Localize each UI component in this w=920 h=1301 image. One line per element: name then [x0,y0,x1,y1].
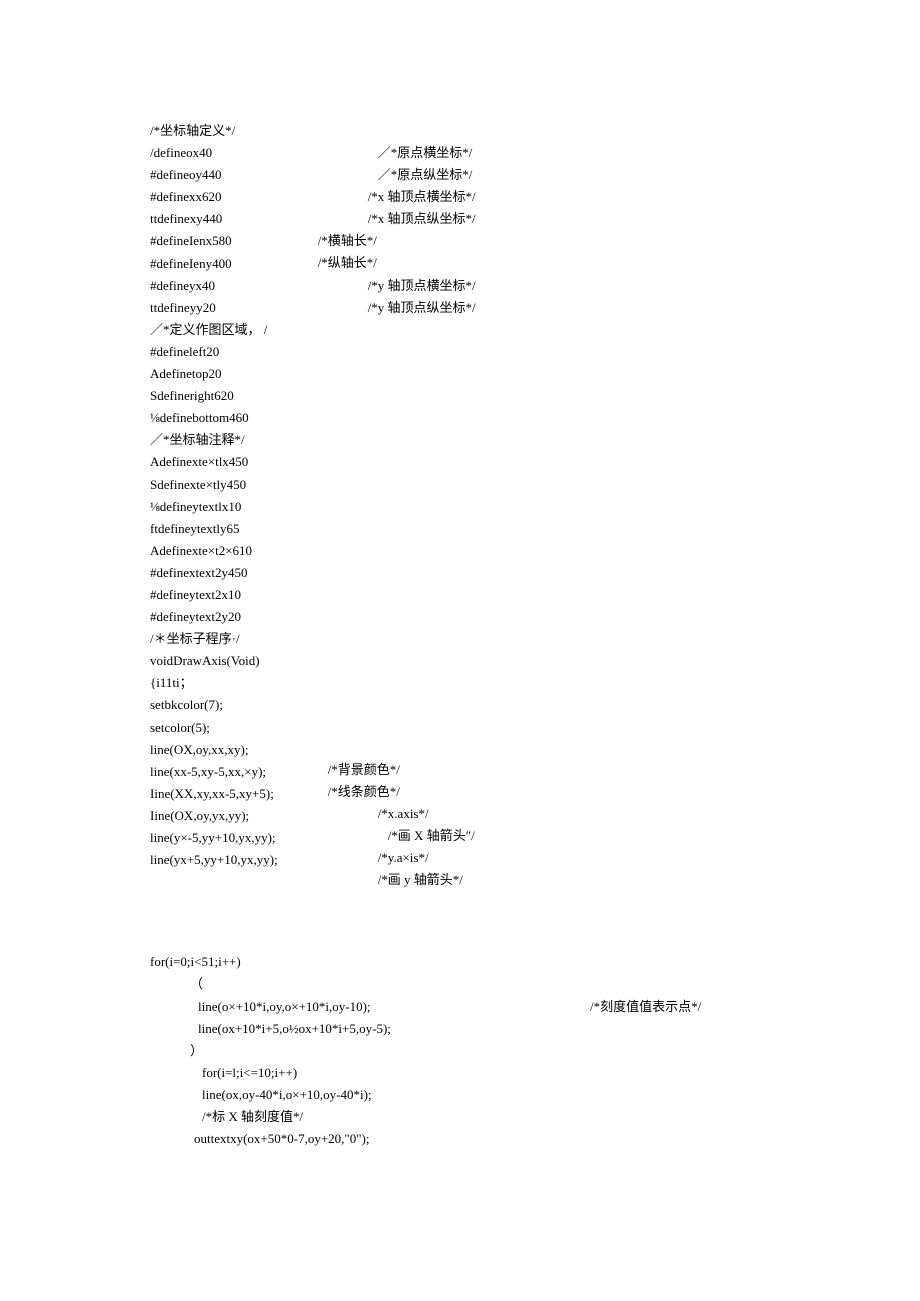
comment-line: /*线条颜色*/ [318,781,780,803]
code-line: for(i=l;i<=10;i++) [150,1062,780,1084]
comment-line: /*横轴长*/ [318,230,780,252]
code-line: /defineox40 [150,142,278,164]
code-line: {i11ti； [150,672,278,694]
comment-line: ／*原点纵坐标*/ [318,164,780,186]
code-line: #defineIenx580 [150,230,278,252]
code-line: ttdefineyy20 [150,297,278,319]
code-line: line(xx-5,xy-5,xx,×y); [150,761,278,783]
code-line: Iine(XX,xy,xx-5,xy+5); [150,783,278,805]
code-line: setcolor(5); [150,717,278,739]
code-line: /＊坐标子程序·/ [150,628,278,650]
comment-line: /*x.axis*/ [318,803,780,825]
comment-line: /*画 y 轴箭头*/ [318,869,780,891]
code-line: line(ox,oy-40*i,o×+10,oy-40*i); [150,1084,780,1106]
code-line: Sdefineright620 [150,385,278,407]
comment-line: /*刻度值值表示点*/ [590,996,701,1018]
code-line: #definextext2y450 [150,562,278,584]
code-line: （ [150,973,780,995]
left-code-column: /*坐标轴定义*/ /defineox40 #defineoy440 #defi… [150,120,278,891]
code-line: for(i=0;i<51;i++) [150,951,780,973]
code-line: #defineIeny400 [150,253,278,275]
comment-line: /*纵轴长*/ [318,252,780,274]
code-line: Adefinexte×tlx450 [150,451,278,473]
code-line: Adefinexte×t2×610 [150,540,278,562]
code-line: setbkcolor(7); [150,694,278,716]
code-line: #defineoy440 [150,164,278,186]
comment-line: /*x 轴顶点横坐标*/ [318,186,780,208]
comment-line: /*画 X 轴箭头″/ [318,825,780,847]
code-line: ⅛defineytextlx10 [150,496,278,518]
comment-line: /*x 轴顶点纵坐标*/ [318,208,780,230]
code-line: #defineytext2x10 [150,584,278,606]
code-line: ／*坐标轴注释*/ [150,429,278,451]
code-line: #definexx620 [150,186,278,208]
code-line: /*标 X 轴刻度值*/ [150,1106,780,1128]
comment-line: /*y 轴顶点纵坐标*/ [318,297,780,319]
code-line: outtextxy(ox+50*0-7,oy+20,"0"); [150,1128,780,1150]
code-line: Adefinetop20 [150,363,278,385]
comment-line: ／*原点横坐标*/ [318,142,780,164]
code-line: line(ox+10*i+5,o½ox+10*i+5,oy-5); [150,1018,780,1040]
comment-line: /*y.a×is*/ [318,847,780,869]
code-line: ／*定义作图区域， / [150,319,278,341]
code-line: line(y×-5,yy+10,yx,yy); [150,827,278,849]
code-line: ） [150,1040,780,1062]
comment-line: /*y 轴顶点横坐标*/ [318,275,780,297]
code-line: voidDrawAxis(Void) [150,650,278,672]
code-line: ftdefineytextly65 [150,518,278,540]
bottom-code-block: for(i=0;i<51;i++) （ line(o×+10*i,oy,o×+1… [150,951,780,1150]
code-line: line(yx+5,yy+10,yx,yy); [150,849,278,871]
document-page: /*坐标轴定义*/ /defineox40 #defineoy440 #defi… [0,0,920,1150]
code-line: #defineyx40 [150,275,278,297]
code-line: #defineleft20 [150,341,278,363]
code-line: ⅛definebottom460 [150,407,278,429]
code-line: /*坐标轴定义*/ [150,120,278,142]
code-line: line(o×+10*i,oy,o×+10*i,oy-10); [150,996,371,1018]
code-line: Sdefinexte×tly450 [150,474,278,496]
code-line: #defineytext2y20 [150,606,278,628]
code-line: Iine(OX,oy,yx,yy); [150,805,278,827]
right-comment-column: ／*原点横坐标*/ ／*原点纵坐标*/ /*x 轴顶点横坐标*/ /*x 轴顶点… [318,120,780,891]
code-line: ttdefinexy440 [150,208,278,230]
top-two-column: /*坐标轴定义*/ /defineox40 #defineoy440 #defi… [150,120,780,891]
code-line: line(OX,oy,xx,xy); [150,739,278,761]
comment-line: /*背景颜色*/ [318,759,780,781]
